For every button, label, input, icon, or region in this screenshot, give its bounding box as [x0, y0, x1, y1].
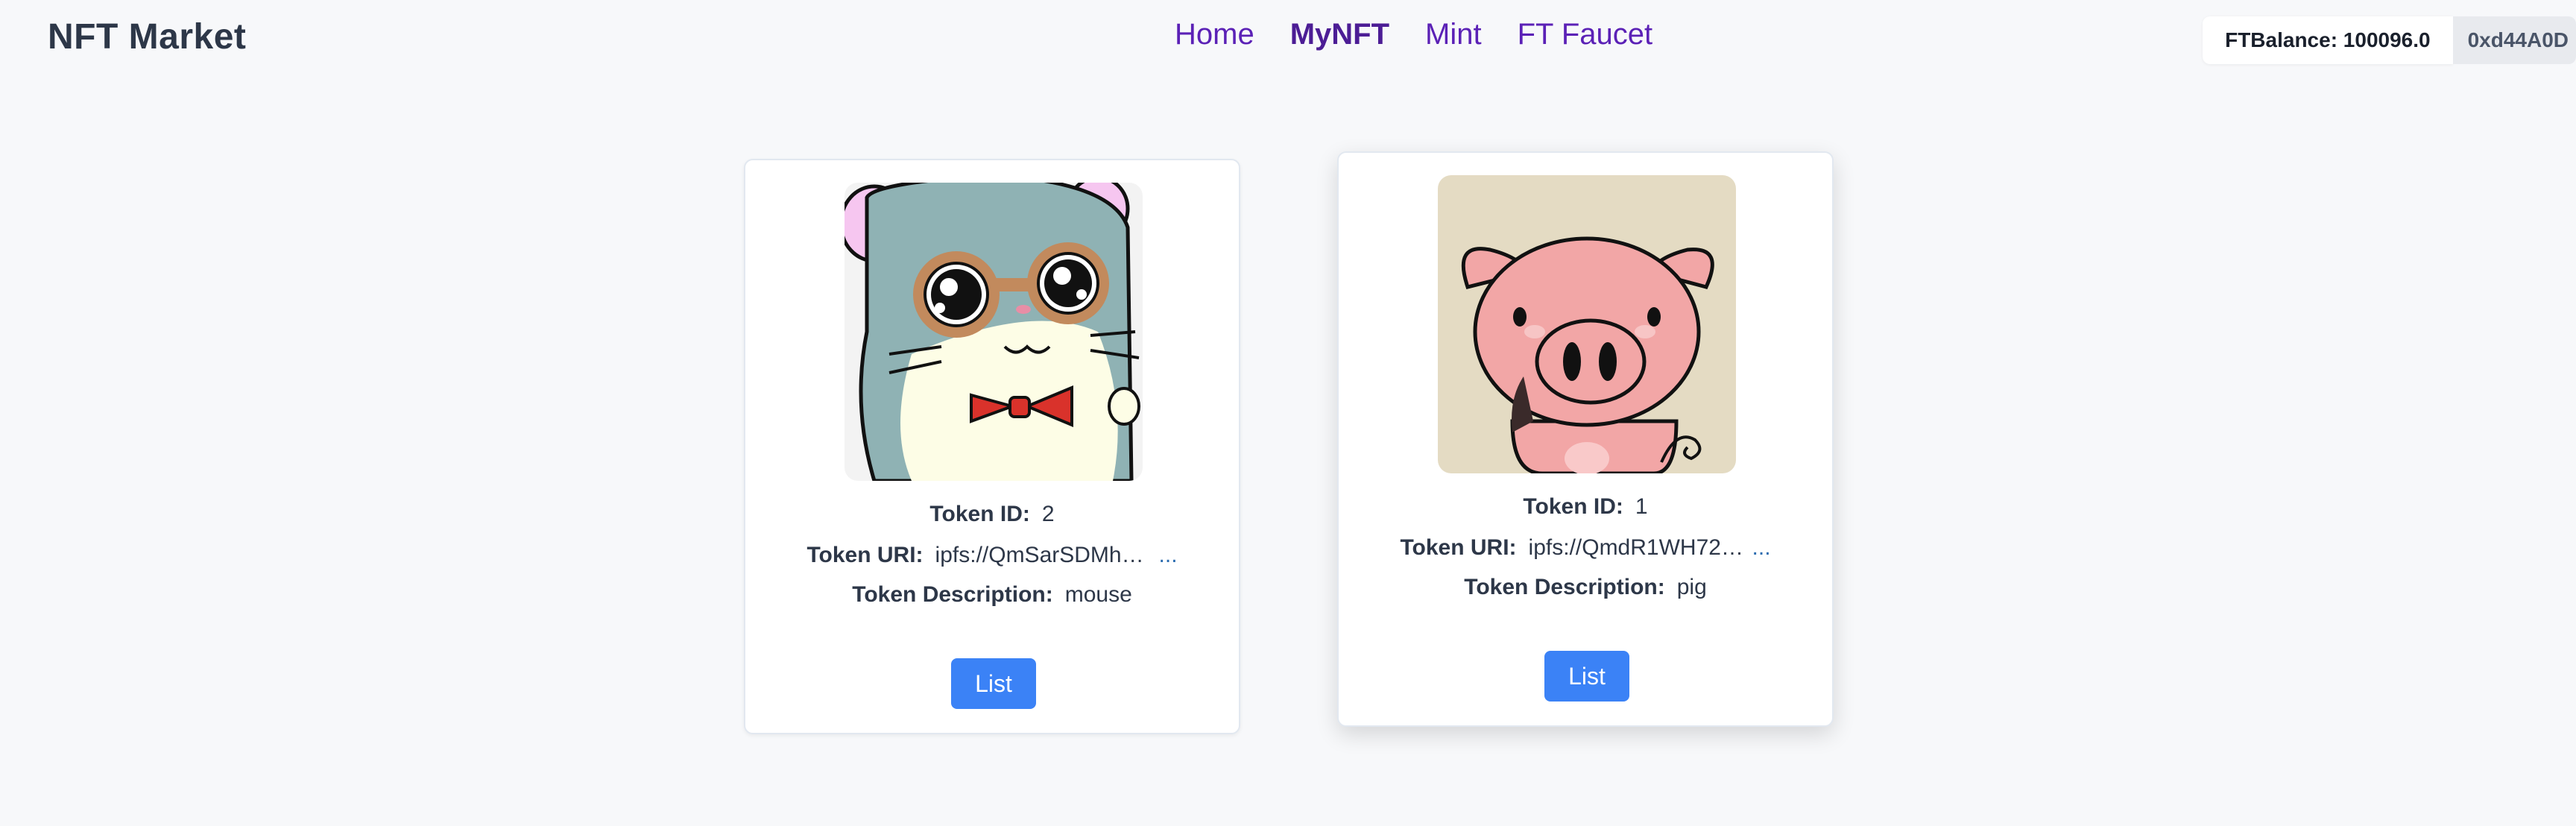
- nav-ft-faucet[interactable]: FT Faucet: [1518, 18, 1653, 51]
- token-id-value: 1: [1635, 494, 1648, 519]
- main-nav: Home MyNFT Mint FT Faucet: [1175, 18, 1652, 51]
- list-button[interactable]: List: [951, 658, 1036, 709]
- ft-balance: FTBalance: 100096.0: [2203, 16, 2453, 64]
- nav-mynft[interactable]: MyNFT: [1290, 18, 1389, 51]
- token-uri-row: Token URI: ipfs://QmdR1WH72c......: [1339, 535, 1832, 561]
- nft-card: Token ID: 2 Token URI: ipfs://QmSarSDMhu..…: [744, 159, 1240, 734]
- token-uri-value: ipfs://QmdR1WH72c...: [1528, 535, 1745, 560]
- token-id-row: Token ID: 1: [1339, 494, 1832, 520]
- token-uri-label: Token URI:: [806, 543, 924, 567]
- wallet-status: FTBalance: 100096.0 0xd44A0D: [2203, 16, 2576, 64]
- token-description-value: pig: [1676, 575, 1707, 599]
- token-description-label: Token Description:: [1464, 575, 1665, 599]
- token-id-label: Token ID:: [929, 502, 1030, 526]
- wallet-address[interactable]: 0xd44A0D: [2452, 16, 2576, 64]
- token-uri-label: Token URI:: [1400, 535, 1517, 560]
- token-uri-more-link[interactable]: ...: [1159, 543, 1178, 567]
- top-navbar: NFT Market Home MyNFT Mint FT Faucet FTB…: [0, 0, 2576, 75]
- token-description-value: mouse: [1064, 582, 1132, 607]
- token-description-row: Token Description: pig: [1339, 575, 1832, 600]
- token-uri-more-link[interactable]: ...: [1752, 535, 1771, 560]
- token-description-label: Token Description:: [852, 582, 1053, 607]
- token-uri-value: ipfs://QmSarSDMhu...: [935, 543, 1152, 567]
- mouse-nft-image: [845, 183, 1143, 481]
- nav-mint[interactable]: Mint: [1425, 18, 1482, 51]
- pig-nft-image: [1438, 175, 1736, 473]
- brand-title[interactable]: NFT Market: [48, 16, 246, 57]
- token-uri-row: Token URI: ipfs://QmSarSDMhu......: [745, 543, 1239, 568]
- nav-home[interactable]: Home: [1175, 18, 1254, 51]
- token-id-label: Token ID:: [1523, 494, 1623, 519]
- token-description-row: Token Description: mouse: [745, 582, 1239, 608]
- nft-card: Token ID: 1 Token URI: ipfs://QmdR1WH72c..…: [1337, 151, 1834, 727]
- token-id-value: 2: [1041, 502, 1055, 526]
- list-button[interactable]: List: [1544, 651, 1629, 702]
- token-id-row: Token ID: 2: [745, 502, 1239, 527]
